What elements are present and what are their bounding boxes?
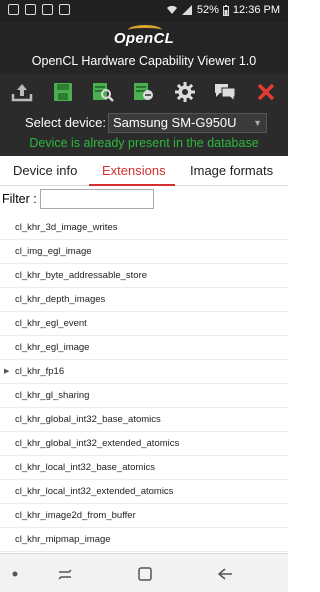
select-device-label: Select device: <box>25 115 106 130</box>
extension-name: cl_khr_3d_image_writes <box>15 222 118 233</box>
compare-report-button[interactable] <box>89 79 117 105</box>
recents-button[interactable] <box>54 564 76 584</box>
list-item-expandable[interactable]: ▶ cl_khr_fp16 <box>0 360 288 384</box>
extension-name: cl_khr_mipmap_image <box>15 534 111 545</box>
dropdown-arrow-icon: ▼ <box>253 118 262 128</box>
filter-input[interactable] <box>40 189 154 209</box>
database-report-icon <box>133 83 153 100</box>
device-dropdown[interactable]: Samsung SM-G950U ▼ <box>108 113 267 133</box>
extension-name: cl_khr_byte_addressable_store <box>15 270 148 281</box>
notification-mail-icon <box>25 4 36 15</box>
tab-extensions[interactable]: Extensions <box>102 163 166 178</box>
save-button[interactable] <box>49 79 77 105</box>
filter-label: Filter : <box>2 192 37 206</box>
selected-device: Samsung SM-G950U <box>113 115 237 130</box>
close-icon <box>257 83 274 101</box>
compare-report-icon <box>93 83 115 102</box>
clock: 12:36 PM <box>232 4 280 16</box>
recents-icon <box>58 569 72 580</box>
chat-button[interactable] <box>211 79 239 105</box>
home-button[interactable] <box>134 564 156 584</box>
home-icon <box>138 567 152 581</box>
extension-name: cl_khr_fp16 <box>15 366 65 377</box>
extension-name: cl_img_egl_image <box>15 246 92 257</box>
status-bar: 52% 12:36 PM <box>0 0 288 22</box>
signal-icon <box>181 5 192 15</box>
upload-icon <box>12 84 33 102</box>
notification-image-icon <box>8 4 19 15</box>
device-selection: Select device: Samsung SM-G950U ▼ Device… <box>0 110 288 156</box>
list-item[interactable]: cl_khr_egl_image <box>0 336 288 360</box>
extension-name: cl_khr_local_int32_base_atomics <box>15 462 155 473</box>
list-item[interactable]: cl_khr_byte_addressable_store <box>0 264 288 288</box>
list-item[interactable]: cl_khr_egl_event <box>0 312 288 336</box>
nav-dot-button[interactable] <box>8 564 22 584</box>
list-item[interactable]: cl_khr_image2d_from_buffer <box>0 504 288 528</box>
list-item[interactable]: cl_khr_gl_sharing <box>0 384 288 408</box>
save-icon <box>53 83 72 101</box>
database-report-button[interactable] <box>130 79 158 105</box>
device-status-note: Device is already present in the databas… <box>29 136 259 150</box>
extension-name: cl_khr_gl_sharing <box>15 390 90 401</box>
tab-device-info[interactable]: Device info <box>13 163 77 178</box>
extension-name: cl_khr_global_int32_extended_atomics <box>15 438 180 449</box>
toolbar <box>0 74 288 110</box>
battery-percent: 52% <box>196 4 219 16</box>
back-button[interactable] <box>214 564 236 584</box>
battery-icon <box>222 4 229 16</box>
filter-row: Filter : <box>0 186 288 214</box>
settings-button[interactable] <box>171 79 199 105</box>
app-header: OpenCL OpenCL Hardware Capability Viewer… <box>0 22 288 74</box>
dot-icon <box>12 571 18 577</box>
wifi-icon <box>166 5 177 15</box>
extensions-list: cl_khr_3d_image_writes cl_img_egl_image … <box>0 216 288 552</box>
extension-name: cl_khr_image2d_from_buffer <box>15 510 136 521</box>
list-item[interactable]: cl_khr_local_int32_base_atomics <box>0 456 288 480</box>
tab-image-formats[interactable]: Image formats <box>190 163 273 178</box>
settings-gear-icon <box>174 82 195 102</box>
list-item[interactable]: cl_khr_global_int32_base_atomics <box>0 408 288 432</box>
extension-name: cl_khr_egl_image <box>15 342 90 353</box>
chat-icon <box>215 84 236 102</box>
extension-name: cl_khr_egl_event <box>15 318 87 329</box>
app-logo: OpenCL <box>113 30 175 47</box>
list-item[interactable]: cl_khr_global_int32_extended_atomics <box>0 432 288 456</box>
list-item[interactable]: cl_img_egl_image <box>0 240 288 264</box>
extension-name: cl_khr_global_int32_base_atomics <box>15 414 161 425</box>
notification-image-icon-3 <box>59 4 70 15</box>
list-item[interactable]: cl_khr_depth_images <box>0 288 288 312</box>
extension-name: cl_khr_depth_images <box>15 294 106 305</box>
close-button[interactable] <box>252 79 280 105</box>
expand-arrow-icon[interactable]: ▶ <box>4 360 9 384</box>
notification-image-icon-2 <box>42 4 53 15</box>
list-item[interactable]: cl_khr_local_int32_extended_atomics <box>0 480 288 504</box>
list-item[interactable]: cl_khr_mipmap_image <box>0 528 288 552</box>
notification-icons <box>8 4 70 15</box>
extension-name: cl_khr_local_int32_extended_atomics <box>15 486 174 497</box>
app-title: OpenCL Hardware Capability Viewer 1.0 <box>31 54 257 68</box>
system-nav-bar <box>0 553 288 592</box>
tab-bar: Device info Extensions Image formats <box>0 156 288 186</box>
back-icon <box>217 568 232 580</box>
upload-button[interactable] <box>8 79 36 105</box>
list-item[interactable]: cl_khr_3d_image_writes <box>0 216 288 240</box>
